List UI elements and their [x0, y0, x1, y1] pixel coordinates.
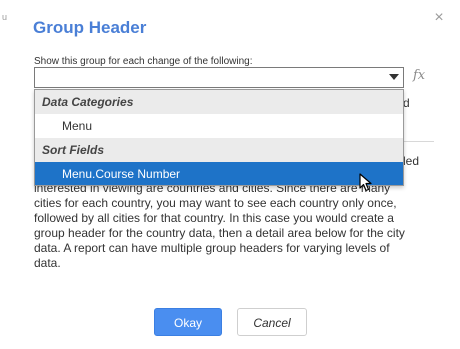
close-icon[interactable]: × — [429, 8, 449, 28]
cancel-button[interactable]: Cancel — [237, 308, 307, 336]
description-text: interested in viewing are countries and … — [34, 181, 405, 270]
background-partial-text-2: led — [403, 154, 420, 168]
dialog-title: Group Header — [33, 18, 147, 37]
group-header-dialog: u Group Header × Show this group for eac… — [0, 0, 460, 349]
group-field-dropdown-list: Data Categories Menu Sort Fields Menu.Co… — [34, 89, 404, 186]
okay-button[interactable]: Okay — [154, 308, 222, 336]
group-field-label: Show this group for each change of the f… — [34, 56, 253, 67]
fx-icon[interactable]: fx — [413, 68, 425, 83]
background-edge-text: u — [2, 12, 8, 22]
dropdown-group-sort-fields: Sort Fields — [35, 138, 403, 162]
dropdown-option-menu-course-number[interactable]: Menu.Course Number — [35, 162, 403, 185]
group-field-select[interactable] — [34, 67, 404, 88]
background-partial-text: d — [403, 96, 410, 110]
dropdown-arrow-icon[interactable] — [389, 74, 399, 80]
background-divider — [404, 141, 434, 142]
dropdown-option-menu[interactable]: Menu — [35, 114, 403, 138]
dropdown-group-data-categories: Data Categories — [35, 90, 403, 114]
mouse-cursor-icon — [359, 173, 372, 192]
